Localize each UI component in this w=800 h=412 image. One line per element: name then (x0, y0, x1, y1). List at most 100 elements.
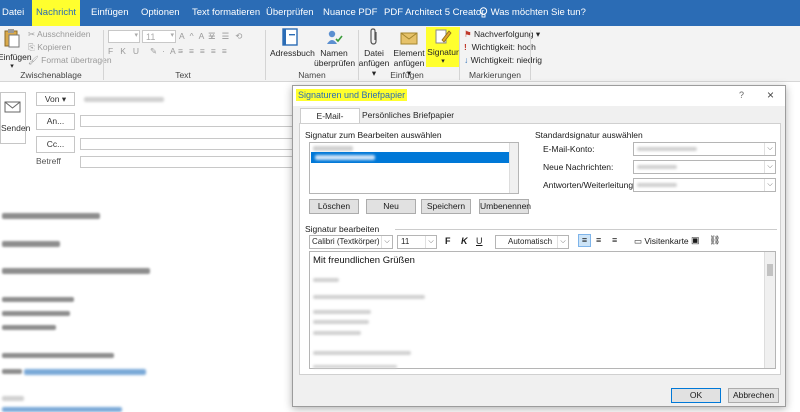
lightbulb-icon (479, 7, 488, 18)
address-book-label: Adressbuch (270, 48, 315, 58)
scrollbar-thumb[interactable] (767, 264, 773, 276)
editor-scrollbar[interactable] (764, 252, 775, 368)
paperclip-icon (370, 28, 377, 45)
cut-label: Ausschneiden (37, 29, 91, 39)
ribbon-tab-bar: Datei Nachricht Einfügen Optionen Text f… (0, 0, 800, 26)
attach-item-label-2: anfügen (393, 58, 425, 68)
rename-button[interactable]: Umbenennen (479, 199, 531, 214)
help-button[interactable]: ? (739, 90, 744, 100)
replies-select[interactable]: ⌵ (633, 178, 776, 192)
follow-up-button[interactable]: ⚑ Nachverfolgung ▾ (464, 29, 540, 40)
align-center-button[interactable]: ≡ (596, 235, 601, 245)
hyperlink-button[interactable]: ⛓ (709, 235, 720, 246)
tags-group-label: Markierungen (469, 70, 521, 80)
new-messages-label: Neue Nachrichten: (543, 162, 614, 172)
align-buttons[interactable]: ≡≡≡≡≡ (178, 46, 233, 56)
attach-file-label-1: Datei (364, 48, 384, 58)
signature-editor[interactable]: Mit freundlichen Grüßen (309, 251, 776, 369)
copy-label: Kopieren (37, 42, 72, 52)
check-names-label-1: Namen (320, 48, 348, 58)
signatures-dialog: Signaturen und Briefpapier ? × E-Mail-Si… (292, 85, 786, 407)
paintbrush-icon: 🖌 (28, 55, 39, 65)
close-button[interactable]: × (767, 88, 774, 102)
align-left-button[interactable]: ≡ (578, 234, 591, 247)
chevron-down-icon: ⌵ (764, 143, 775, 155)
font-select[interactable]: Calibri (Textkörper) ⌵ (309, 235, 393, 249)
size-select[interactable]: 11 ⌵ (397, 235, 437, 249)
bold-italic-underline-buttons[interactable]: FKU (108, 46, 146, 56)
format-painter-button[interactable]: 🖌 Format übertragen (28, 55, 112, 66)
check-names-button[interactable]: Namen überprüfen (314, 28, 355, 68)
edit-signature-label: Signatur bearbeiten (305, 224, 380, 234)
tab-nuance-pdf[interactable]: Nuance PDF (323, 0, 377, 26)
signature-label: Signatur (427, 47, 459, 57)
subject-field[interactable] (80, 156, 294, 168)
from-address (84, 97, 164, 102)
signature-list[interactable] (309, 142, 519, 194)
tab-pdf-architect[interactable]: PDF Architect 5 Creator (384, 0, 484, 26)
business-card-label: Visitenkarte (644, 236, 689, 246)
cancel-button[interactable]: Abbrechen (728, 388, 779, 403)
font-value: Calibri (Textkörper) (312, 237, 380, 246)
tab-format-text[interactable]: Text formatieren (192, 0, 260, 26)
align-right-button[interactable]: ≡ (612, 235, 617, 245)
ok-button[interactable]: OK (671, 388, 721, 403)
signature-button[interactable]: Signatur ▾ (426, 27, 460, 67)
tab-personal-stationery[interactable]: Persönliches Briefpapier (362, 109, 454, 122)
address-book-button[interactable]: Adressbuch (270, 28, 315, 58)
clipboard-group-label: Zwischenablage (20, 70, 82, 80)
copy-button[interactable]: ⎘ Kopieren (28, 42, 71, 53)
send-button[interactable]: Senden (0, 92, 30, 144)
high-importance-button[interactable]: ! Wichtigkeit: hoch (464, 42, 536, 52)
save-button[interactable]: Speichern (421, 199, 471, 214)
ribbon: Einfügen ▾ ✂ Ausschneiden ⎘ Kopieren 🖌 F… (0, 26, 800, 82)
tab-email-signature[interactable]: E-Mail-Signatur (300, 108, 360, 135)
to-field[interactable] (80, 115, 294, 127)
dialog-title-bar: Signaturen und Briefpapier ? × (293, 86, 785, 106)
list-scrollbar[interactable] (509, 143, 518, 193)
new-messages-select[interactable]: ⌵ (633, 160, 776, 174)
bold-button[interactable]: F (445, 236, 451, 246)
cc-button[interactable]: Cc... (36, 136, 75, 153)
underline-button[interactable]: U (476, 236, 483, 246)
tab-review[interactable]: Überprüfen (266, 0, 314, 26)
subject-label: Betreff (36, 156, 61, 166)
tab-options[interactable]: Optionen (141, 0, 180, 26)
from-label: Von (44, 94, 60, 104)
from-button[interactable]: Von ▾ (36, 92, 75, 106)
list-item[interactable] (313, 146, 353, 151)
group-separator (530, 30, 531, 80)
tab-message[interactable]: Nachricht (32, 0, 80, 26)
align-center-icon: ≡ (596, 235, 602, 245)
low-importance-label: Wichtigkeit: niedrig (470, 55, 542, 65)
chevron-down-icon: ▾ (134, 32, 138, 39)
envelope-icon (400, 32, 418, 45)
hyperlink-icon: ⛓ (709, 235, 721, 245)
flag-icon: ⚑ (464, 29, 472, 39)
tell-me-box[interactable]: Was möchten Sie tun? (479, 0, 586, 26)
color-select[interactable]: Automatisch ⌵ (495, 235, 569, 249)
tab-insert[interactable]: Einfügen (91, 0, 129, 26)
insert-picture-button[interactable]: ▣ (691, 235, 700, 246)
list-buttons[interactable]: ☰☰⟲ (208, 31, 248, 42)
font-name-box[interactable]: ▾ (108, 30, 140, 43)
signature-pen-icon (435, 29, 452, 44)
follow-up-label: Nachverfolgung (474, 29, 534, 39)
group-separator (459, 30, 460, 80)
delete-button[interactable]: Löschen (309, 199, 359, 214)
business-card-icon: ▭ (634, 236, 643, 246)
cc-field[interactable] (80, 138, 294, 150)
to-button[interactable]: An... (36, 113, 75, 130)
business-card-button[interactable]: ▭ Visitenkarte (634, 236, 689, 247)
tab-file[interactable]: Datei (2, 0, 24, 26)
email-account-label: E-Mail-Konto: (543, 144, 595, 154)
new-button[interactable]: Neu (366, 199, 416, 214)
email-account-select[interactable]: ⌵ (633, 142, 776, 156)
paste-label: Einfügen (0, 52, 32, 62)
italic-button[interactable]: K (461, 236, 468, 246)
font-size-box[interactable]: 11 ▾ (142, 30, 176, 43)
chevron-down-icon: ⌵ (381, 236, 392, 248)
dialog-title: Signaturen und Briefpapier (296, 89, 408, 101)
cut-button[interactable]: ✂ Ausschneiden (28, 29, 90, 40)
paste-button[interactable]: Einfügen ▾ (0, 28, 32, 72)
